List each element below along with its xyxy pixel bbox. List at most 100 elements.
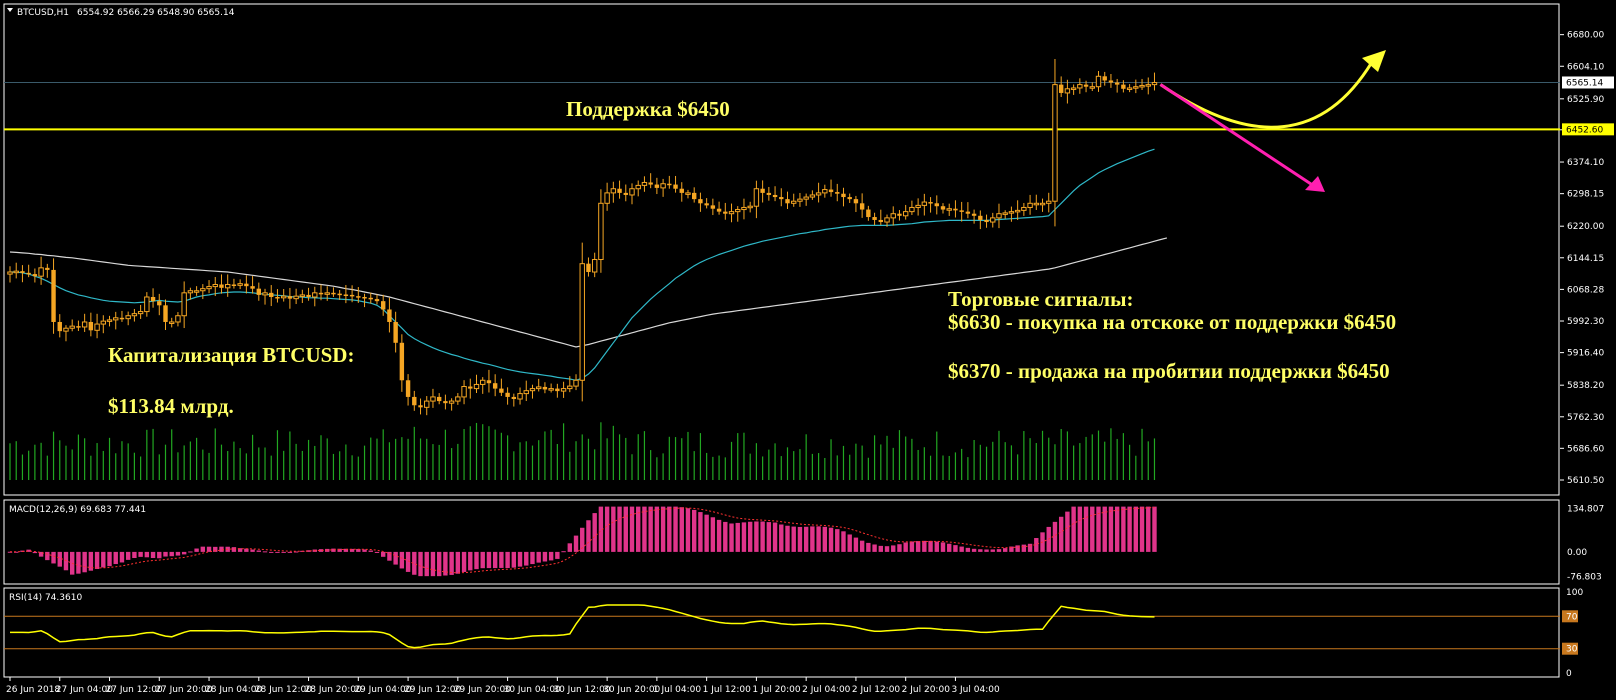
macd-bar — [32, 551, 38, 554]
candle-body — [965, 211, 971, 214]
macd-bar — [996, 549, 1002, 552]
candle-body — [822, 189, 828, 194]
candle-body — [959, 210, 964, 212]
candle-body — [953, 208, 958, 211]
macd-bar — [76, 551, 81, 574]
candle-body — [237, 283, 243, 286]
macd-bar — [611, 506, 616, 552]
macd-bar — [1139, 506, 1145, 552]
candle-body — [623, 192, 628, 195]
candle-body — [280, 295, 287, 299]
candle-body — [492, 383, 498, 389]
macd-bar — [785, 525, 790, 552]
candle-body — [555, 388, 560, 392]
candle-body — [480, 379, 486, 385]
macd-bar — [405, 551, 411, 572]
macd-bar — [604, 506, 610, 552]
price-tick-label: 6144.15 — [1567, 254, 1604, 264]
macd-bar — [1146, 506, 1151, 552]
macd-bar — [965, 547, 971, 552]
chevron-down-icon[interactable] — [7, 8, 13, 12]
macd-bar — [872, 544, 877, 552]
candle-body — [436, 396, 442, 402]
macd-bar — [959, 546, 964, 552]
price-chart[interactable]: 6680.006604.106525.906451.556374.106298.… — [0, 0, 1616, 700]
candle-body — [679, 188, 684, 193]
candle-body — [349, 294, 355, 297]
candle-body — [511, 396, 517, 400]
macd-bar — [747, 521, 753, 552]
rsi-axis: 100 70 30 0 — [1562, 588, 1583, 679]
candle-body — [897, 213, 902, 216]
macd-bar — [368, 550, 373, 552]
macd-bar — [841, 531, 846, 552]
price-tick-label: 5992.30 — [1567, 317, 1604, 327]
macd-bar — [256, 550, 261, 552]
candle-body — [654, 184, 660, 188]
candle-body — [193, 290, 200, 293]
macd-bar — [1090, 506, 1095, 552]
main-panel-frame — [3, 3, 1560, 496]
macd-bar — [984, 549, 989, 552]
candle-body — [1027, 202, 1033, 208]
signal-sell-annotation: $6370 - продажа на пробитии поддержки $6… — [948, 359, 1390, 383]
candle-body — [505, 392, 510, 397]
candle-body — [1139, 84, 1145, 88]
signals-title-annotation: Торговые сигналы: — [948, 287, 1133, 311]
macd-bar — [480, 551, 485, 569]
candle-body — [299, 294, 306, 297]
candle-body — [412, 396, 417, 406]
candle-body — [641, 181, 648, 186]
candle-body — [1046, 200, 1052, 204]
candle-body — [1077, 84, 1083, 89]
macd-bar — [1083, 506, 1089, 552]
macd-indicator — [7, 506, 1157, 577]
candle-body — [971, 213, 977, 216]
candle-body — [368, 297, 373, 300]
macd-bar — [125, 551, 131, 560]
candle-body — [231, 284, 237, 286]
macd-bar — [82, 551, 87, 573]
cap-title-annotation: Капитализация BTCUSD: — [108, 343, 354, 367]
macd-bar — [679, 507, 684, 552]
candle-body — [1033, 202, 1039, 206]
macd-bar — [779, 524, 784, 552]
macd-bar — [492, 551, 498, 569]
candle-body — [225, 283, 231, 289]
macd-bar — [1015, 545, 1020, 552]
candle-body — [175, 315, 181, 323]
candle-body — [548, 388, 554, 391]
candle-body — [648, 182, 653, 185]
candle-body — [81, 321, 88, 328]
macd-bar — [163, 551, 168, 557]
macd-bar — [754, 521, 759, 552]
macd-bar — [903, 542, 908, 552]
price-tick-label: 5686.60 — [1567, 444, 1604, 454]
candle-body — [996, 213, 1002, 219]
macd-bar — [660, 506, 666, 552]
macd-bar — [723, 521, 728, 552]
macd-bar — [101, 551, 106, 568]
ohlc-label: 6554.92 6566.29 6548.90 6565.14 — [77, 8, 235, 18]
macd-bar — [617, 506, 622, 552]
price-tick-label: 6298.15 — [1567, 190, 1604, 200]
time-tick-label: 2 Jul 12:00 — [852, 685, 901, 695]
candle-body — [853, 199, 859, 204]
macd-bar — [536, 551, 541, 563]
macd-bar — [685, 508, 691, 552]
candle-body — [915, 204, 921, 208]
candle-body — [312, 292, 318, 298]
candle-body — [26, 272, 31, 275]
macd-bar — [381, 551, 386, 557]
macd-bar — [269, 551, 274, 553]
candle-body — [212, 283, 218, 288]
candle-body — [499, 388, 504, 393]
candle-body — [244, 283, 249, 287]
candle-body — [393, 321, 398, 343]
macd-bar — [1021, 544, 1027, 552]
candle-body — [884, 217, 890, 223]
rsi-tick-label: 30 — [1566, 645, 1578, 655]
macd-bar — [436, 551, 442, 577]
candle-body — [560, 388, 567, 392]
candle-body — [293, 295, 299, 300]
